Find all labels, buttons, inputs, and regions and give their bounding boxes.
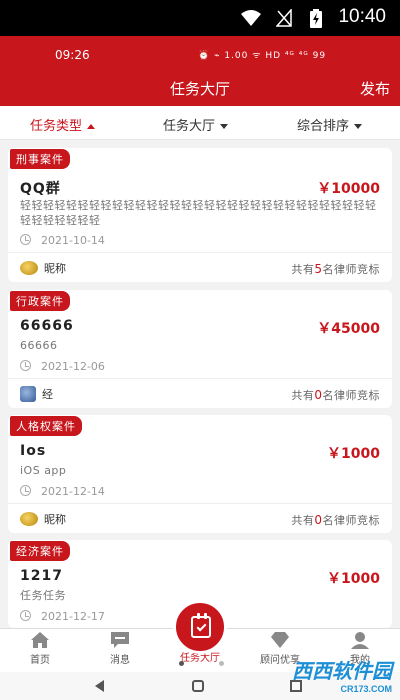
- user-name: 昵称: [44, 262, 66, 275]
- task-date: 2021-12-17: [20, 610, 105, 623]
- task-title: Ios: [20, 443, 47, 459]
- filter-label: 任务类型: [30, 119, 83, 134]
- avatar: [20, 512, 38, 526]
- bid-count: 共有5名律师竞标: [291, 261, 380, 277]
- category-tag: 人格权案件: [10, 416, 82, 436]
- task-date-text: 2021-12-17: [41, 610, 105, 623]
- task-date-text: 2021-12-06: [41, 360, 105, 373]
- user-name: 昵称: [44, 513, 66, 526]
- task-card[interactable]: 行政案件 66666 ￥45000 66666 2021-12-06 经 共有0…: [8, 290, 392, 408]
- caret-down-icon: [354, 124, 363, 129]
- nav-label: 任务大厅: [180, 653, 220, 664]
- bid-suffix: 名律师竞标: [322, 389, 380, 402]
- page-title: 任务大厅: [169, 80, 230, 98]
- clock-icon: [20, 610, 31, 621]
- divider: [8, 503, 392, 504]
- task-card[interactable]: 刑事案件 QQ群 ￥10000 轻轻轻轻轻轻轻轻轻轻轻轻轻轻轻轻轻轻轻轻轻轻轻轻…: [8, 148, 392, 282]
- publish-button[interactable]: 发布: [360, 78, 390, 99]
- bid-number: 0: [314, 388, 323, 402]
- caret-up-icon: [87, 124, 96, 129]
- nav-label: 首页: [30, 655, 50, 666]
- watermark-text: 西西软件园: [292, 661, 392, 683]
- task-price: ￥45000: [317, 321, 380, 337]
- filter-sort[interactable]: 综合排序: [297, 115, 363, 134]
- task-title: 1217: [20, 568, 63, 584]
- watermark-logo: 西西软件园 CR173.COM: [292, 655, 392, 694]
- watermark-subtext: CR173.COM: [340, 684, 392, 694]
- signal-off-icon: [276, 9, 292, 27]
- task-user: 经: [20, 386, 53, 402]
- task-date-text: 2021-10-14: [41, 234, 105, 247]
- wifi-icon: [241, 10, 261, 26]
- page-indicator-dot: [179, 661, 184, 666]
- bid-number: 5: [314, 262, 323, 276]
- task-title: 66666: [20, 318, 74, 334]
- task-user: 昵称: [20, 260, 66, 276]
- inner-status-time: 09:26: [55, 48, 90, 62]
- nav-home[interactable]: 首页: [0, 631, 80, 666]
- filter-task-type[interactable]: 任务类型: [30, 115, 96, 134]
- task-date: 2021-12-14: [20, 485, 105, 498]
- caret-down-icon: [220, 124, 229, 129]
- system-status-bar: 10:40: [0, 0, 400, 36]
- task-price: ￥10000: [317, 181, 380, 197]
- home-square-icon[interactable]: [192, 680, 204, 692]
- task-date: 2021-10-14: [20, 234, 105, 247]
- bid-number: 0: [314, 513, 323, 527]
- app-header: 09:26 ⏰ ⌁ 1.00 ᯤ HD ⁴ᴳ ⁴ᴳ 99 任务大厅 发布: [0, 36, 400, 106]
- task-title: QQ群: [20, 181, 61, 197]
- task-date-text: 2021-12-14: [41, 485, 105, 498]
- task-description: 轻轻轻轻轻轻轻轻轻轻轻轻轻轻轻轻轻轻轻轻轻轻轻轻轻轻轻轻轻轻轻轻轻轻轻轻轻轻: [20, 199, 377, 227]
- home-icon: [31, 632, 49, 648]
- category-tag: 行政案件: [10, 291, 70, 311]
- nav-label: 消息: [110, 655, 130, 666]
- category-tag: 经济案件: [10, 541, 70, 561]
- user-name: 经: [42, 388, 53, 401]
- back-icon[interactable]: [95, 680, 104, 692]
- page-indicator-dot: [219, 661, 224, 666]
- task-hall-fab[interactable]: [173, 600, 227, 654]
- bid-prefix: 共有: [291, 263, 315, 276]
- system-time: 10:40: [338, 6, 386, 27]
- battery-charging-icon: [310, 9, 322, 28]
- inner-status-icons: ⏰ ⌁ 1.00 ᯤ HD ⁴ᴳ ⁴ᴳ 99: [198, 51, 327, 61]
- nav-messages[interactable]: 消息: [80, 631, 160, 666]
- clock-icon: [20, 234, 31, 245]
- bid-prefix: 共有: [291, 514, 315, 527]
- task-card[interactable]: 人格权案件 Ios ￥1000 iOS app 2021-12-14 昵称 共有…: [8, 415, 392, 533]
- diamond-icon: [271, 632, 289, 648]
- bid-prefix: 共有: [291, 389, 315, 402]
- task-description: 66666: [20, 339, 58, 352]
- filter-bar: 任务类型 任务大厅 综合排序: [0, 106, 400, 140]
- bid-count: 共有0名律师竞标: [291, 512, 380, 528]
- clipboard-check-icon: [191, 613, 211, 638]
- task-description: iOS app: [20, 464, 67, 477]
- filter-label: 综合排序: [297, 119, 350, 134]
- task-date: 2021-12-06: [20, 360, 105, 373]
- clock-icon: [20, 485, 31, 496]
- filter-label: 任务大厅: [163, 119, 216, 134]
- avatar: [20, 386, 36, 402]
- clock-icon: [20, 360, 31, 371]
- message-icon: [111, 632, 129, 648]
- bid-count: 共有0名律师竞标: [291, 387, 380, 403]
- task-price: ￥1000: [327, 446, 380, 462]
- task-user: 昵称: [20, 511, 66, 527]
- divider: [8, 252, 392, 253]
- filter-task-hall[interactable]: 任务大厅: [163, 115, 229, 134]
- bid-suffix: 名律师竞标: [322, 514, 380, 527]
- user-icon: [351, 632, 369, 649]
- task-price: ￥1000: [327, 571, 380, 587]
- category-tag: 刑事案件: [10, 149, 70, 169]
- divider: [8, 378, 392, 379]
- bid-suffix: 名律师竞标: [322, 263, 380, 276]
- avatar: [20, 261, 38, 275]
